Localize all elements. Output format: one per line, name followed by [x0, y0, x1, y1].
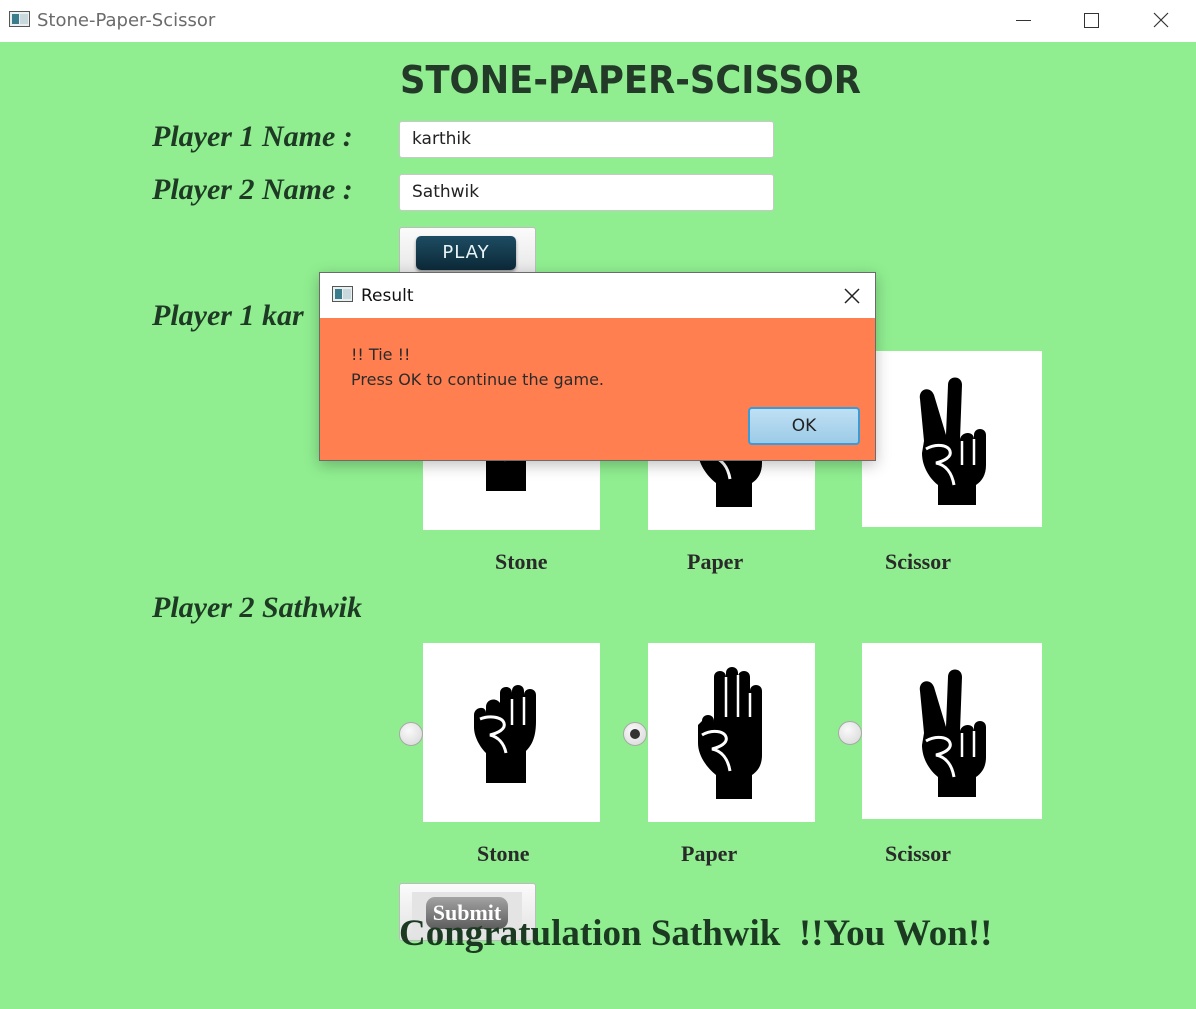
result-dialog: Result !! Tie !! Press OK to continue th…	[319, 272, 876, 461]
app-icon	[9, 11, 30, 27]
player2-stone-caption: Stone	[477, 841, 530, 866]
result-message: Congratulation Sathwik !!You Won!!	[399, 913, 993, 954]
player2-paper-radio[interactable]	[623, 722, 647, 746]
close-icon	[844, 288, 860, 304]
maximize-icon	[1083, 12, 1099, 28]
ok-button[interactable]: OK	[748, 407, 860, 445]
paper-hand-icon	[682, 663, 782, 803]
player2-stone-radio[interactable]	[399, 722, 423, 746]
dialog-close-button[interactable]	[837, 281, 867, 311]
dialog-title: Result	[361, 286, 414, 306]
player1-paper-caption: Paper	[687, 549, 744, 574]
dialog-message-line1: !! Tie !!	[351, 345, 411, 364]
minimize-icon	[1015, 19, 1031, 21]
player1-section-label: Player 1 kar	[152, 299, 304, 332]
player2-stone-card[interactable]	[423, 643, 600, 822]
window-titlebar: Stone-Paper-Scissor	[0, 0, 1196, 42]
play-button-label: PLAY	[416, 236, 516, 270]
stone-hand-icon	[462, 663, 562, 803]
player2-name-input[interactable]: Sathwik	[399, 174, 774, 211]
minimize-button[interactable]	[1000, 0, 1046, 40]
player1-scissor-caption: Scissor	[885, 549, 951, 574]
page-title: STONE-PAPER-SCISSOR	[400, 58, 862, 102]
player2-name-label: Player 2 Name :	[152, 173, 353, 206]
player2-section-label: Player 2 Sathwik	[152, 591, 363, 624]
player2-scissor-radio[interactable]	[838, 721, 862, 745]
close-button[interactable]	[1138, 0, 1184, 40]
player1-name-label: Player 1 Name :	[152, 120, 353, 153]
scissor-hand-icon	[902, 369, 1002, 509]
player1-scissor-card[interactable]	[862, 351, 1042, 527]
player1-stone-caption: Stone	[495, 549, 548, 574]
player2-paper-caption: Paper	[681, 841, 738, 866]
game-panel: STONE-PAPER-SCISSOR Player 1 Name : kart…	[0, 42, 1196, 1009]
dialog-app-icon	[332, 286, 353, 302]
player2-scissor-caption: Scissor	[885, 841, 951, 866]
player2-paper-card[interactable]	[648, 643, 815, 822]
dialog-message-line2: Press OK to continue the game.	[351, 370, 604, 389]
close-icon	[1153, 12, 1169, 28]
window-title: Stone-Paper-Scissor	[37, 10, 216, 31]
maximize-button[interactable]	[1068, 0, 1114, 40]
player2-scissor-card[interactable]	[862, 643, 1042, 819]
dialog-titlebar: Result	[320, 273, 875, 318]
scissor-hand-icon	[902, 661, 1002, 801]
player1-name-input[interactable]: karthik	[399, 121, 774, 158]
